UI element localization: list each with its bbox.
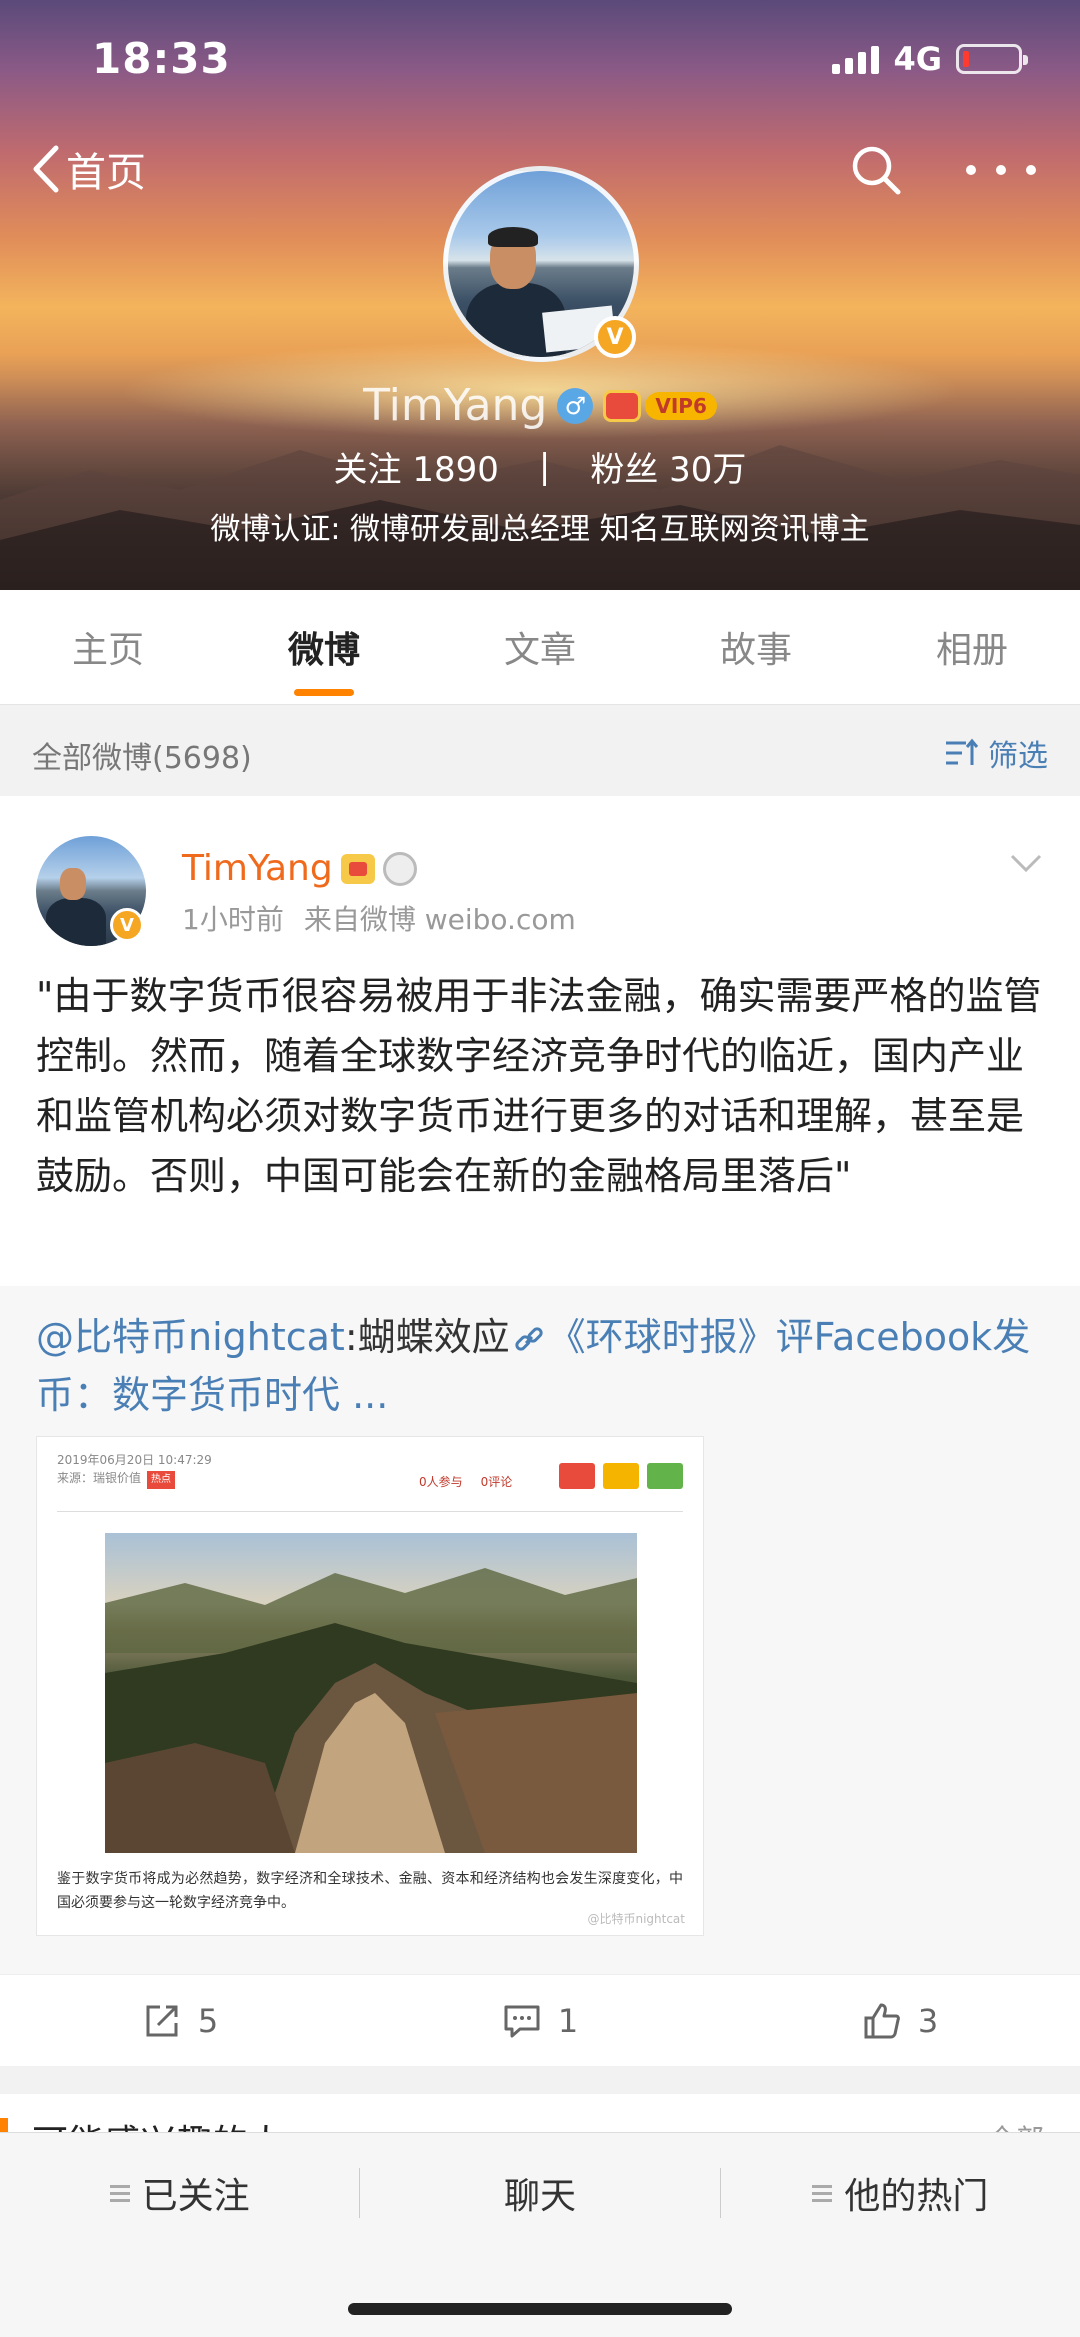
male-gender-icon: ♂ <box>557 387 594 424</box>
like-count: 3 <box>917 2001 939 2040</box>
repost-mention[interactable]: @比特币nightcat <box>36 1315 345 1359</box>
status-time: 18:33 <box>92 34 231 83</box>
weibo-share-icon <box>559 1463 595 1489</box>
post-time: 1小时前 <box>182 903 284 936</box>
following-link[interactable]: 关注 1890 <box>334 442 499 491</box>
image-source: 来源：瑞银价值 <box>57 1471 142 1485</box>
post-actions: 5 1 3 <box>0 1974 1080 2066</box>
post-text: "由于数字货币很容易被用于非法金融，确实需要严格的监管控制。然而，随着全球数字经… <box>36 974 1042 1198</box>
filter-label: 筛选 <box>988 739 1048 774</box>
tab-albums[interactable]: 相册 <box>864 590 1080 704</box>
repost-count: 5 <box>197 2001 219 2040</box>
great-wall-photo <box>105 1533 637 1853</box>
chat-button[interactable]: 聊天 <box>360 2167 719 2219</box>
repost-icon <box>146 2005 178 2036</box>
chevron-down-icon[interactable] <box>1008 848 1044 878</box>
back-label: 首页 <box>66 150 146 196</box>
followers-label: 粉丝 <box>590 450 659 490</box>
repost-text: @比特币nightcat:蝴蝶效应 《环球时报》评Facebook发币：数字货币时… <box>36 1308 1046 1424</box>
following-status-button[interactable]: 已关注 <box>0 2167 359 2219</box>
verified-badge-icon: V <box>110 908 144 942</box>
following-status-label: 已关注 <box>141 2176 250 2217</box>
followers-count: 30万 <box>669 450 747 490</box>
repost-image[interactable]: 2019年06月20日 10:47:29 来源：瑞银价值热点 0人参与 0评论 <box>36 1436 704 1936</box>
vip-level-label: VIP6 <box>645 391 717 420</box>
profile-header: 18:33 4G 首页 V TimYang ♂ VIP6 关注 1890 | 粉… <box>0 0 1080 590</box>
vip-crown-icon <box>340 853 375 884</box>
comment-button[interactable]: 1 <box>360 1975 720 2066</box>
medal-icon <box>382 851 417 886</box>
bottom-action-bar: 已关注 聊天 他的热门 <box>0 2132 1080 2337</box>
network-type: 4G <box>893 40 942 78</box>
thumbs-up-icon <box>864 2003 900 2038</box>
status-bar: 18:33 4G <box>0 0 1080 120</box>
hot-posts-label: 他的热门 <box>844 2176 989 2217</box>
filter-bar: 全部微博(5698) 筛选 <box>0 704 1080 796</box>
image-tag: 热点 <box>147 1471 176 1489</box>
image-comments: 0评论 <box>480 1475 513 1489</box>
tab-articles[interactable]: 文章 <box>432 590 648 704</box>
image-caption: 鉴于数字货币将成为必然趋势，数字经济和全球技术、金融、资本和经济结构也会发生深度… <box>57 1871 683 1911</box>
reposted-content[interactable]: @比特币nightcat:蝴蝶效应 《环球时报》评Facebook发币：数字货币时… <box>0 1286 1080 1974</box>
comment-icon <box>504 2005 540 2037</box>
following-count: 1890 <box>412 450 499 490</box>
image-date: 2019年06月20日 10:47:29 <box>57 1453 212 1467</box>
followers-link[interactable]: 粉丝 30万 <box>590 442 746 491</box>
menu-lines-icon <box>109 2184 130 2202</box>
back-chevron-icon <box>33 145 59 193</box>
all-posts-count[interactable]: 全部微博(5698) <box>32 733 252 777</box>
verification-description: 微博认证: 微博研发副总经理 知名互联网资讯博主 <box>210 512 870 547</box>
profile-tabs: 主页 微博 文章 故事 相册 <box>0 590 1080 704</box>
tab-weibo[interactable]: 微博 <box>216 590 432 704</box>
menu-lines-icon <box>812 2184 833 2202</box>
repost-button[interactable]: 5 <box>0 1975 360 2066</box>
following-label: 关注 <box>333 450 402 490</box>
home-indicator[interactable] <box>348 2303 732 2315</box>
tab-stories[interactable]: 故事 <box>648 590 864 704</box>
more-options-icon[interactable] <box>966 142 1036 198</box>
favorite-star-icon <box>603 1463 639 1489</box>
link-icon <box>515 1327 543 1351</box>
chat-label: 聊天 <box>503 2176 576 2217</box>
wechat-share-icon <box>647 1463 683 1489</box>
crown-icon <box>603 389 642 422</box>
like-button[interactable]: 3 <box>720 1975 1080 2066</box>
back-button[interactable]: 首页 <box>28 140 146 198</box>
profile-name: TimYang <box>363 380 548 431</box>
hot-posts-button[interactable]: 他的热门 <box>721 2167 1080 2219</box>
comment-count: 1 <box>557 2001 579 2040</box>
vip-badge[interactable]: VIP6 <box>603 389 717 422</box>
follow-separator: | <box>538 446 551 487</box>
filter-icon <box>946 738 979 765</box>
tab-home[interactable]: 主页 <box>0 590 216 704</box>
search-icon[interactable] <box>848 142 904 198</box>
battery-icon <box>956 44 1028 74</box>
post-author-name[interactable]: TimYang <box>182 848 333 889</box>
signal-icon <box>832 44 880 74</box>
image-participants: 0人参与 <box>419 1475 463 1489</box>
verified-badge-icon: V <box>594 316 636 358</box>
repost-mention-suffix: :蝴蝶效应 <box>344 1315 510 1359</box>
post-card[interactable]: V TimYang 1小时前 来自微博 weibo.com "由于数字货币很容易… <box>0 796 1080 2066</box>
image-watermark: @比特币nightcat <box>587 1912 685 1926</box>
post-source: 来自微博 weibo.com <box>303 903 576 936</box>
filter-button[interactable]: 筛选 <box>944 731 1048 775</box>
